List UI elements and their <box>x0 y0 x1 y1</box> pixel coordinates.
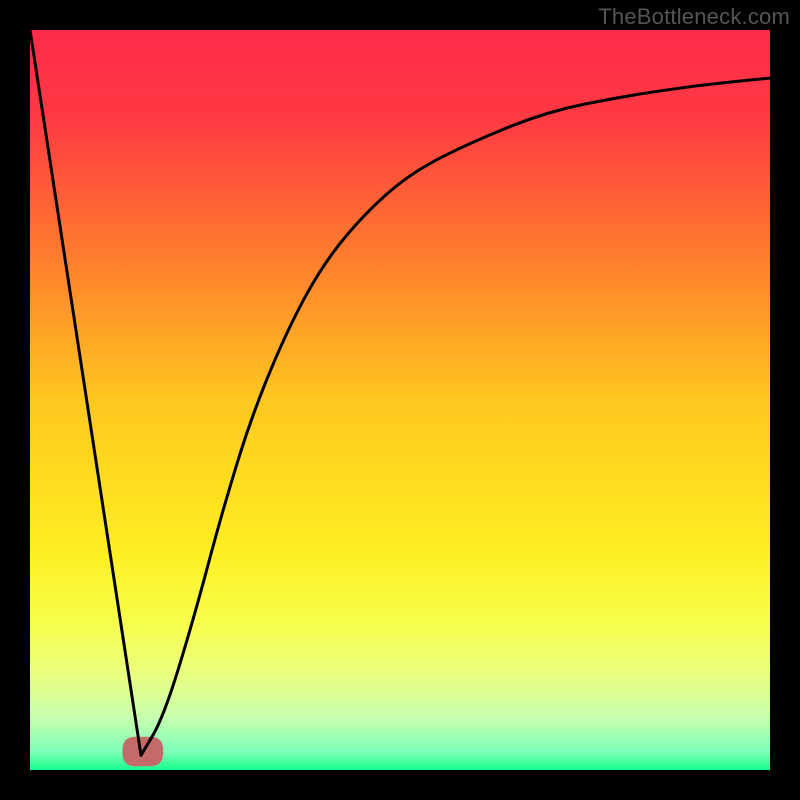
plot-area <box>30 30 770 770</box>
chart-frame: TheBottleneck.com <box>0 0 800 800</box>
watermark-text: TheBottleneck.com <box>598 4 790 30</box>
gradient-background <box>30 30 770 770</box>
chart-svg <box>30 30 770 770</box>
